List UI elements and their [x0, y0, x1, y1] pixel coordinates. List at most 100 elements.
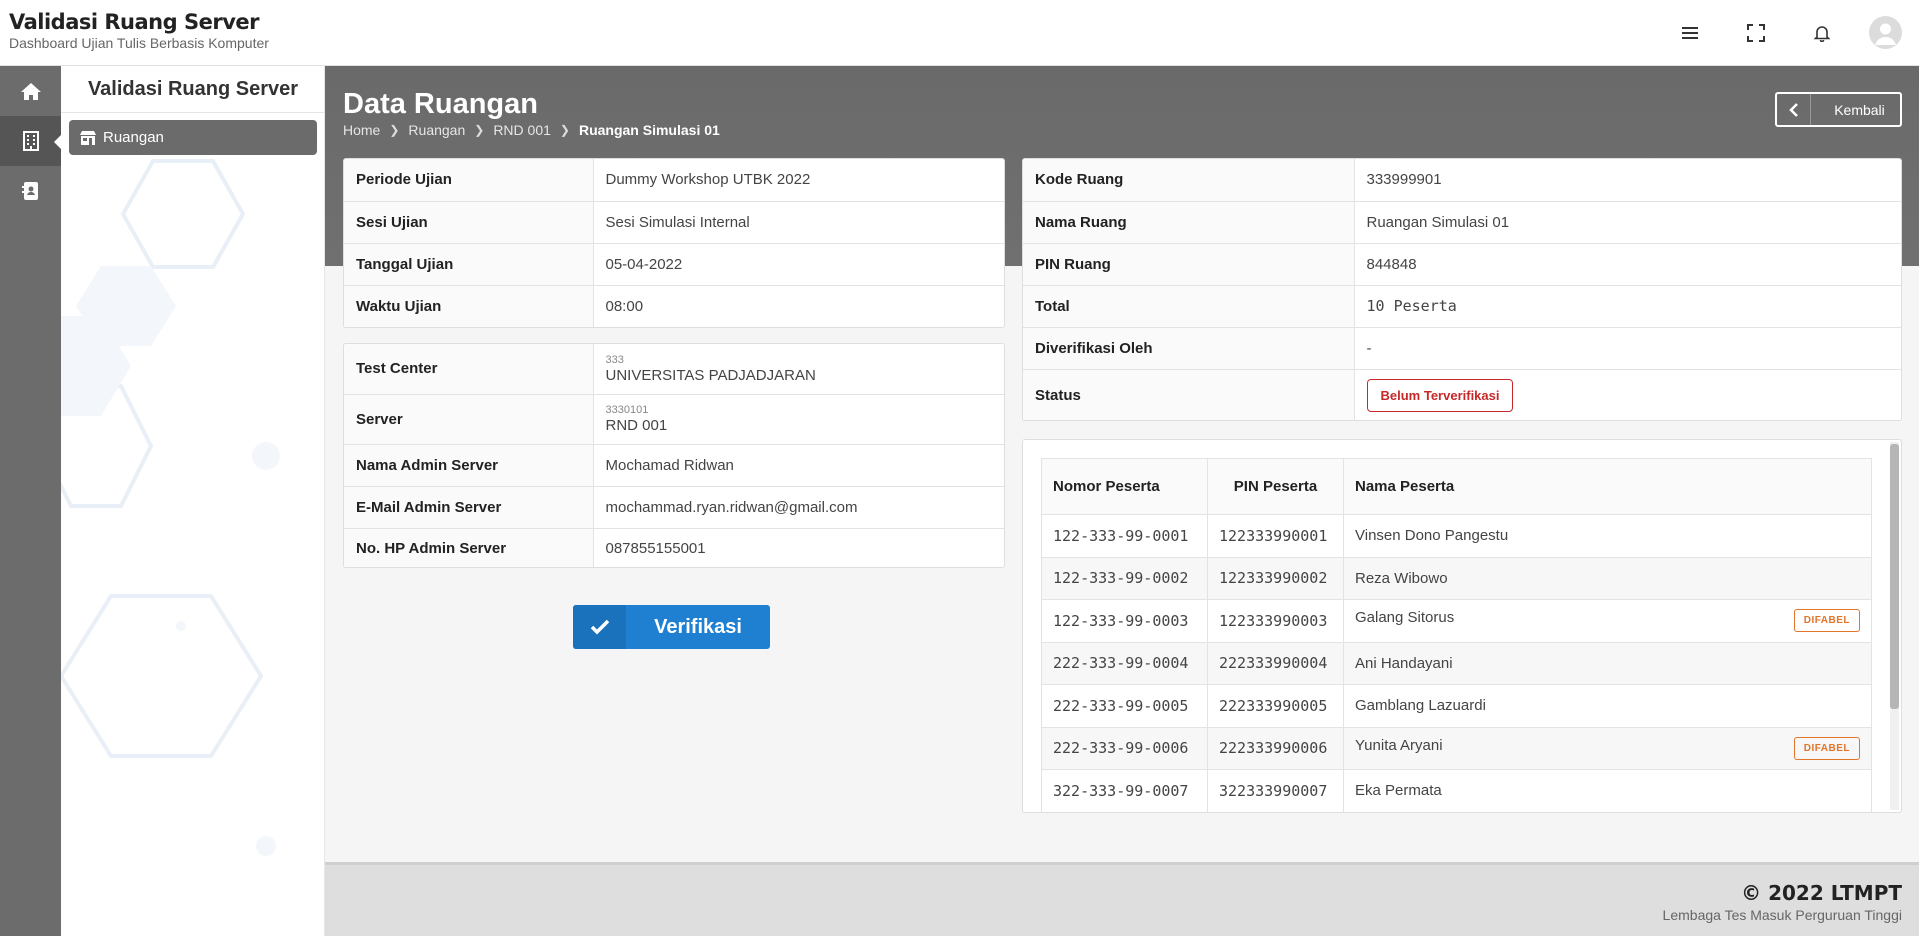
user-avatar[interactable] [1869, 16, 1902, 49]
sidebar-item-label: Ruangan [103, 129, 164, 146]
table-row[interactable]: 122-333-99-0001 122333990001 Vinsen Dono P… [1041, 514, 1872, 558]
difabel-badge: DIFABEL [1793, 609, 1860, 633]
participant-number-cell: 322-333-99-0007 [1041, 769, 1208, 812]
main-content: Data Ruangan Home ❯ Ruangan ❯ RND 001 ❯ … [325, 66, 1919, 936]
status-badge: Belum Terverifikasi [1366, 378, 1514, 412]
home-icon[interactable] [0, 66, 61, 116]
admin-name: Mochamad Ridwan [593, 444, 1004, 487]
admin-phone: 087855155001 [605, 540, 706, 558]
table-row: Server 3330101 RND 001 [344, 394, 1004, 445]
row-value: Dummy Workshop UTBK 2022 [593, 159, 1004, 202]
server-code: 3330101 [605, 404, 649, 416]
sidebar-panel: Validasi Ruang Server Ruangan [61, 66, 325, 936]
participant-pin-cell: 122333990002 [1207, 557, 1344, 600]
participant-number: 122-333-99-0003 [1053, 611, 1189, 630]
participant-name: Reza Wibowo [1355, 569, 1448, 587]
participant-name: Ani Handayani [1355, 654, 1453, 672]
building-icon[interactable] [0, 116, 62, 166]
participant-name: Yunita Aryani [1355, 736, 1443, 754]
participant-pin-cell: 322333990007 [1207, 769, 1344, 812]
participant-pin-cell: 122333990003 [1207, 599, 1344, 643]
participants-table: Nomor Peserta PIN Peserta Nama Peserta 1… [1041, 458, 1872, 812]
participant-number-cell: 122-333-99-0002 [1041, 557, 1208, 600]
row-key: PIN Ruang [1023, 243, 1355, 286]
participant-name-cell: Galang Sitorus DIFABEL [1343, 599, 1872, 643]
exam-info-card: Periode Ujian Dummy Workshop UTBK 2022 Se… [343, 158, 1005, 328]
footer-org: Lembaga Tes Masuk Perguruan Tinggi [1662, 907, 1902, 923]
back-button[interactable]: Kembali [1775, 92, 1902, 127]
test-center-name: UNIVERSITAS PADJADJARAN [605, 366, 816, 384]
breadcrumb-ruangan[interactable]: Ruangan [408, 122, 465, 138]
table-row: Waktu Ujian 08:00 [344, 285, 1004, 327]
room-info-card: Kode Ruang 333999901 Nama Ruang Ruangan Si… [1022, 158, 1902, 421]
table-row: PIN Ruang 844848 [1023, 243, 1901, 286]
participant-number: 222-333-99-0005 [1053, 696, 1189, 715]
participant-pin: 222333990005 [1219, 696, 1328, 715]
column-header-nama[interactable]: Nama Peserta [1343, 458, 1872, 515]
participant-name: Vinsen Dono Pangestu [1355, 527, 1509, 545]
participant-number-cell: 222-333-99-0005 [1041, 684, 1208, 728]
table-row[interactable]: 222-333-99-0006 222333990006 Yunita Aryani… [1041, 727, 1872, 770]
admin-email: mochammad.ryan.ridwan@gmail.com [593, 486, 1004, 529]
scrollbar-thumb[interactable] [1890, 444, 1899, 709]
table-row[interactable]: 122-333-99-0003 122333990003 Galang Sitoru… [1041, 599, 1872, 643]
participant-name: Galang Sitorus [1355, 609, 1455, 627]
row-key: Server [344, 394, 594, 445]
participants-table-wrapper: Nomor Peserta PIN Peserta Nama Peserta 1… [1041, 458, 1872, 812]
test-center-value: 333 UNIVERSITAS PADJADJARAN [593, 344, 1004, 395]
table-row[interactable]: 222-333-99-0004 222333990004 Ani Handayani [1041, 642, 1872, 685]
row-key: Sesi Ujian [344, 201, 594, 244]
chevron-right-icon: ❯ [559, 123, 570, 137]
participant-pin-cell: 222333990004 [1207, 642, 1344, 685]
breadcrumb-home[interactable]: Home [343, 122, 380, 138]
table-row: Diverifikasi Oleh - [1023, 327, 1901, 370]
bell-icon[interactable] [1809, 20, 1835, 46]
test-center-code: 333 [605, 353, 624, 366]
app-subtitle: Dashboard Ujian Tulis Berbasis Komputer [9, 35, 269, 51]
row-key: Periode Ujian [344, 159, 594, 202]
table-row: Nama Admin Server Mochamad Ridwan [344, 444, 1004, 487]
store-icon [80, 130, 96, 145]
fullscreen-icon[interactable] [1743, 20, 1769, 46]
participant-number-cell: 122-333-99-0001 [1041, 514, 1208, 558]
contact-card-icon[interactable] [0, 166, 61, 216]
breadcrumb-server[interactable]: RND 001 [493, 122, 551, 138]
row-key: Nama Admin Server [344, 444, 594, 487]
sidebar-item-ruangan[interactable]: Ruangan [69, 120, 317, 155]
participant-number-cell: 122-333-99-0003 [1041, 599, 1208, 643]
participant-pin: 122333990003 [1219, 611, 1328, 630]
menu-icon[interactable] [1677, 20, 1703, 46]
table-row: Periode Ujian Dummy Workshop UTBK 2022 [344, 159, 1004, 202]
column-header-nomor[interactable]: Nomor Peserta [1041, 458, 1208, 515]
participant-name: Gamblang Lazuardi [1355, 697, 1486, 715]
table-row: E-Mail Admin Server mochammad.ryan.ridwan… [344, 486, 1004, 529]
room-code: 333999901 [1354, 159, 1901, 202]
participant-number: 122-333-99-0002 [1053, 569, 1189, 588]
app-title: Validasi Ruang Server [9, 10, 259, 34]
participant-number-cell: 222-333-99-0006 [1041, 727, 1208, 770]
participants-panel[interactable]: Nomor Peserta PIN Peserta Nama Peserta 1… [1022, 439, 1902, 813]
participant-name-cell: Yunita Aryani DIFABEL [1343, 727, 1872, 770]
table-row[interactable]: 222-333-99-0005 222333990005 Gamblang Lazu… [1041, 684, 1872, 728]
table-row: Test Center 333 UNIVERSITAS PADJADJARAN [344, 344, 1004, 395]
row-key: Tanggal Ujian [344, 243, 594, 286]
table-header-row: Nomor Peserta PIN Peserta Nama Peserta [1041, 458, 1872, 515]
row-key: No. HP Admin Server [344, 528, 594, 567]
chevron-right-icon: ❯ [474, 123, 485, 137]
table-row: Status Belum Terverifikasi [1023, 369, 1901, 420]
server-value: 3330101 RND 001 [593, 394, 1004, 445]
participant-pin: 322333990007 [1219, 781, 1328, 800]
sidebar-divider [61, 112, 324, 113]
participant-name-cell: Ani Handayani [1343, 642, 1872, 685]
participant-pin-cell: 222333990006 [1207, 727, 1344, 770]
participant-pin: 122333990002 [1219, 569, 1328, 588]
difabel-badge: DIFABEL [1793, 736, 1860, 760]
row-key: E-Mail Admin Server [344, 486, 594, 529]
server-name: RND 001 [605, 417, 668, 434]
participant-pin: 222333990006 [1219, 739, 1328, 758]
check-icon [573, 605, 626, 649]
column-header-pin[interactable]: PIN Peserta [1207, 458, 1344, 515]
table-row[interactable]: 122-333-99-0002 122333990002 Reza Wibowo [1041, 557, 1872, 600]
verify-button[interactable]: Verifikasi [573, 605, 770, 649]
table-row[interactable]: 322-333-99-0007 322333990007 Eka Permata [1041, 769, 1872, 812]
